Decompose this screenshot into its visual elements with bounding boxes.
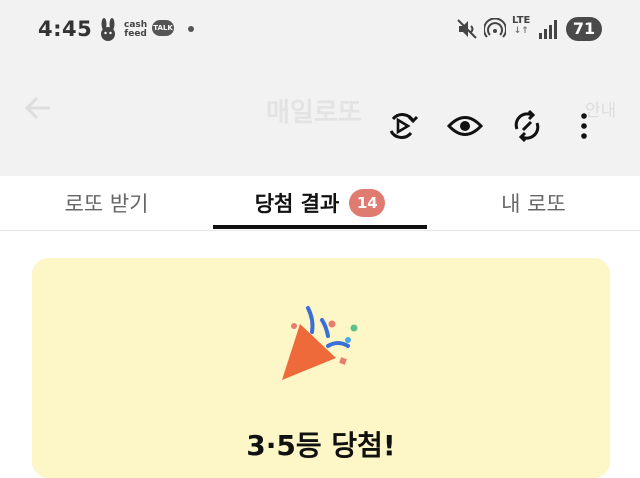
kakaotalk-app-icon: TALK <box>152 20 174 36</box>
tab-winning-results[interactable]: 당첨 결과 14 <box>213 176 427 230</box>
tab-label: 당첨 결과 <box>254 192 340 216</box>
replay-button[interactable] <box>382 106 422 146</box>
refresh-icon <box>514 109 540 143</box>
tab-my-lotto[interactable]: 내 로또 <box>427 176 640 230</box>
signal-icon <box>539 20 557 39</box>
tab-label: 내 로또 <box>501 192 566 216</box>
eye-icon <box>447 116 483 136</box>
result-card[interactable]: 3·5등 당첨! <box>32 258 610 478</box>
battery-indicator: 71 <box>566 17 602 41</box>
tab-label: 로또 받기 <box>64 192 149 216</box>
tab-get-lotto[interactable]: 로또 받기 <box>0 176 213 230</box>
tab-bar: 로또 받기 당첨 결과 14 내 로또 <box>0 176 640 231</box>
count-badge: 14 <box>349 189 386 217</box>
lte-label: LTE <box>512 15 531 26</box>
party-popper-icon <box>282 306 358 380</box>
refresh-button[interactable] <box>507 106 547 146</box>
active-tab-indicator <box>213 225 427 229</box>
page-title: 매일로또 <box>266 98 362 128</box>
back-arrow-icon[interactable] <box>24 96 52 120</box>
more-notifications-dot-icon <box>188 26 194 32</box>
cashfeed-app-icon: cash feed <box>124 21 147 39</box>
app-header: 매일로또 안내 <box>0 62 640 176</box>
network-type-label: LTE ↓↑ <box>512 15 531 37</box>
more-vertical-icon <box>581 113 587 139</box>
data-arrows-icon: ↓↑ <box>513 26 529 36</box>
hotspot-icon <box>484 18 506 38</box>
replay-play-icon <box>389 113 419 139</box>
cashfeed-line2: feed <box>124 29 147 39</box>
result-headline: 3·5등 당첨! <box>246 429 396 462</box>
status-time: 4:45 <box>38 17 93 41</box>
rabbit-app-icon <box>101 18 115 41</box>
view-button[interactable] <box>445 106 485 146</box>
mute-icon <box>457 19 477 39</box>
more-options-button[interactable] <box>564 106 604 146</box>
status-bar: 4:45 cash feed TALK LTE ↓↑ 71 <box>0 0 640 62</box>
